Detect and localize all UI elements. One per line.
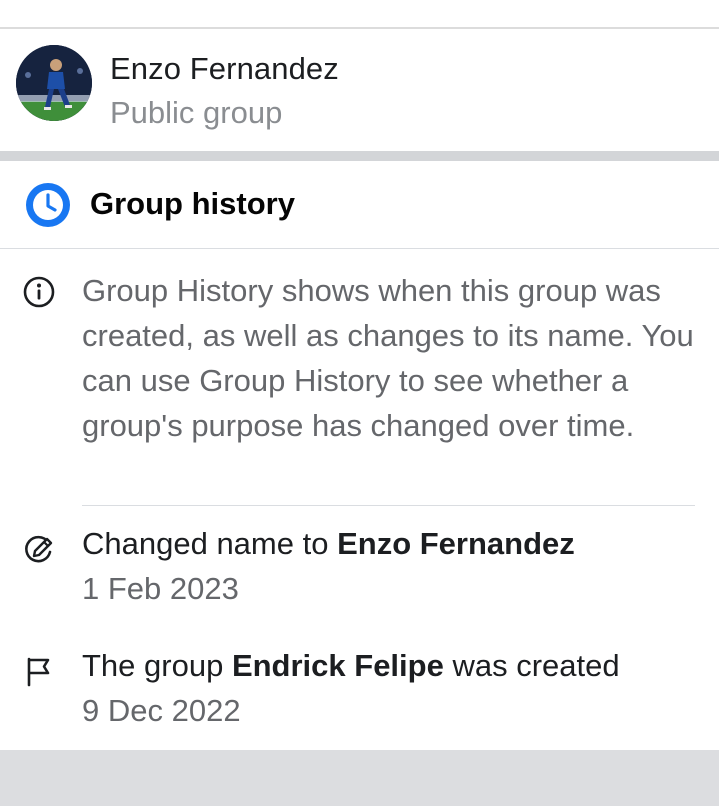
group-name[interactable]: Enzo Fernandez — [110, 51, 339, 87]
event-date: 1 Feb 2023 — [82, 571, 239, 606]
info-text: Group History shows when this group was … — [82, 273, 694, 443]
info-icon — [23, 276, 55, 308]
event-group-name[interactable]: Endrick Felipe — [232, 648, 444, 683]
rename-icon — [25, 535, 53, 563]
history-event: Changed name to Enzo Fernandez 1 Feb 202… — [0, 506, 719, 628]
event-prefix: Changed name to — [82, 526, 338, 561]
group-avatar[interactable] — [16, 45, 92, 121]
group-privacy-label: Public group — [110, 95, 283, 130]
event-prefix: The group — [82, 648, 232, 683]
clock-icon — [26, 183, 70, 227]
event-new-name[interactable]: Enzo Fernandez — [337, 526, 575, 561]
section-divider — [0, 151, 719, 161]
history-event: The group Endrick Felipe was created 9 D… — [0, 628, 719, 748]
history-info: Group History shows when this group was … — [0, 249, 719, 505]
history-title: Group history — [90, 186, 295, 221]
flag-icon — [27, 657, 50, 687]
event-date: 9 Dec 2022 — [82, 693, 241, 728]
history-header: Group history — [0, 161, 719, 248]
event-suffix: was created — [443, 648, 620, 683]
avatar-photo — [16, 45, 92, 121]
event-text: Changed name to Enzo Fernandez — [82, 526, 575, 562]
group-card[interactable]: Enzo Fernandez Public group — [0, 29, 719, 151]
group-history-page: Enzo Fernandez Public group Group histor… — [0, 0, 719, 806]
bottom-divider — [0, 750, 719, 806]
event-text: The group Endrick Felipe was created — [82, 648, 620, 684]
